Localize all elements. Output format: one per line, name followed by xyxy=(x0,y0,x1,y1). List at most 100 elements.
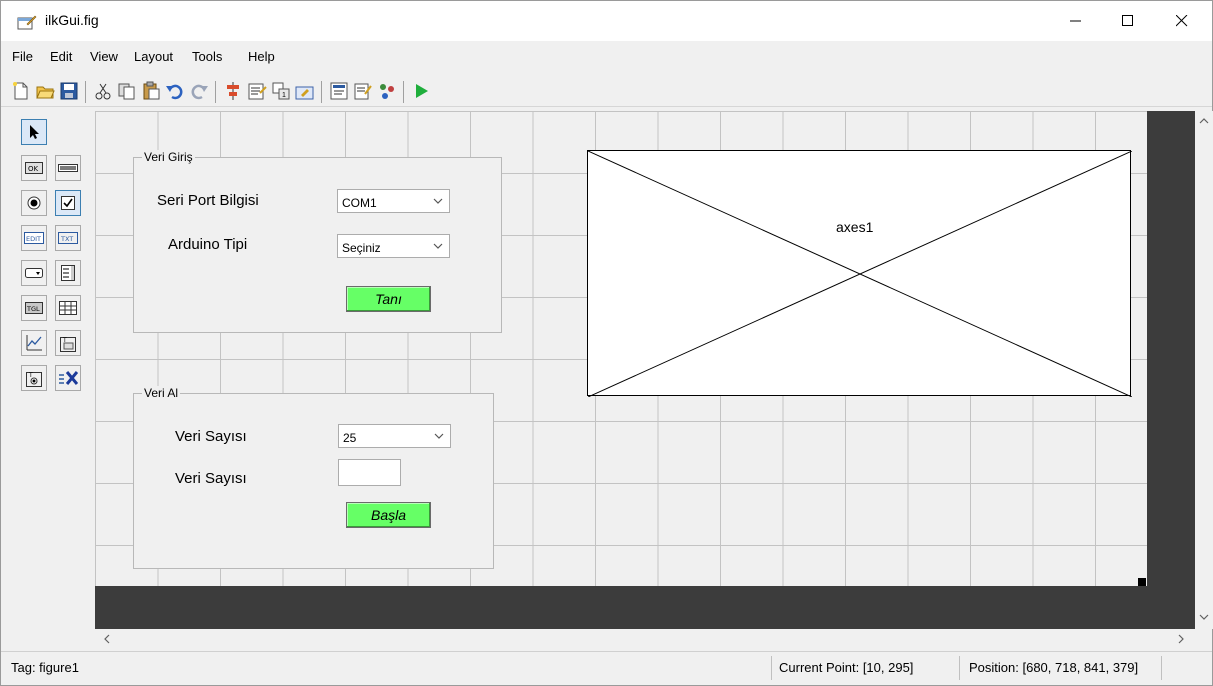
save-icon[interactable] xyxy=(59,81,79,101)
maximize-icon xyxy=(1122,15,1133,26)
panel-tool[interactable]: T xyxy=(55,330,81,356)
edit-veri-sayisi[interactable] xyxy=(338,459,401,486)
basla-button[interactable]: Başla xyxy=(346,502,431,528)
listbox-icon xyxy=(61,265,75,281)
panel-veri-al-title: Veri Al xyxy=(142,386,181,400)
toolbar: 1 xyxy=(1,77,1212,107)
close-icon xyxy=(1176,15,1188,27)
activex-tool[interactable] xyxy=(55,365,81,391)
minimize-button[interactable] xyxy=(1053,1,1099,41)
panel-icon: T xyxy=(60,337,76,352)
axes-tool[interactable] xyxy=(21,330,47,356)
toolbar-editor-icon[interactable] xyxy=(295,81,315,101)
svg-text:OK: OK xyxy=(28,165,39,173)
popup-arduino-type[interactable]: Seçiniz xyxy=(337,234,450,258)
panel-veri-giris[interactable]: Veri Giriş Seri Port Bilgisi COM1 Arduin… xyxy=(133,150,502,333)
window-title: ilkGui.fig xyxy=(45,12,99,28)
menu-layout[interactable]: Layout xyxy=(134,49,173,64)
toggle-button-icon: TGL xyxy=(25,302,43,314)
axes-icon xyxy=(26,335,42,351)
menu-help[interactable]: Help xyxy=(248,49,275,64)
scroll-left-icon[interactable] xyxy=(103,634,110,644)
align-icon[interactable] xyxy=(223,81,243,101)
figure-outside-area-right xyxy=(1147,111,1195,629)
popup-veri-sayisi[interactable]: 25 xyxy=(338,424,451,448)
push-button-tool[interactable]: OK xyxy=(21,155,47,181)
panel-veri-giris-title: Veri Giriş xyxy=(142,150,195,164)
menu-tools[interactable]: Tools xyxy=(192,49,222,64)
open-folder-icon[interactable] xyxy=(35,81,55,101)
checkbox-icon xyxy=(61,196,75,210)
activex-icon xyxy=(59,371,78,385)
panel-veri-al[interactable]: Veri Al Veri Sayısı 25 Veri Sayısı Başla xyxy=(133,386,494,569)
slider-icon xyxy=(58,164,78,172)
tani-button[interactable]: Tanı xyxy=(346,286,431,312)
object-browser-icon[interactable] xyxy=(377,81,397,101)
edit-text-icon: EDIT xyxy=(24,232,44,244)
status-current-point: Current Point: [10, 295] xyxy=(779,660,914,675)
status-position: Position: [680, 718, 841, 379] xyxy=(969,660,1139,675)
listbox-tool[interactable] xyxy=(55,260,81,286)
select-tool[interactable] xyxy=(21,119,47,145)
cut-icon[interactable] xyxy=(93,81,113,101)
svg-text:TXT: TXT xyxy=(60,235,73,243)
button-group-icon: T xyxy=(26,372,42,387)
select-arrow-icon xyxy=(30,125,39,139)
guide-app-icon xyxy=(17,14,37,30)
button-group-tool[interactable]: T xyxy=(21,365,47,391)
status-bar: Tag: figure1 Current Point: [10, 295] Po… xyxy=(1,651,1212,685)
slider-tool[interactable] xyxy=(55,155,81,181)
minimize-icon xyxy=(1070,20,1081,22)
new-file-icon[interactable] xyxy=(11,81,31,101)
table-icon xyxy=(59,301,77,315)
label-veri-sayisi: Veri Sayısı xyxy=(175,428,247,445)
menu-file[interactable]: File xyxy=(12,49,33,64)
axes-placeholder-cross xyxy=(588,151,1132,397)
property-inspector-icon[interactable] xyxy=(353,81,373,101)
close-button[interactable] xyxy=(1159,1,1205,41)
svg-text:TGL: TGL xyxy=(26,305,40,313)
redo-icon[interactable] xyxy=(189,81,209,101)
undo-icon[interactable] xyxy=(165,81,185,101)
paste-icon[interactable] xyxy=(141,81,161,101)
axes1-placeholder[interactable]: axes1 xyxy=(587,150,1132,397)
label-seri-port: Seri Port Bilgisi xyxy=(157,192,259,209)
popup-com-port[interactable]: COM1 xyxy=(337,189,450,213)
editor-icon[interactable] xyxy=(329,81,349,101)
figure-resize-handle[interactable] xyxy=(1138,578,1146,586)
edit-text-tool[interactable]: EDIT xyxy=(21,225,47,251)
maximize-button[interactable] xyxy=(1105,1,1151,41)
scroll-down-icon[interactable] xyxy=(1199,614,1209,621)
radio-button-icon xyxy=(27,196,41,210)
tab-order-icon[interactable]: 1 xyxy=(271,81,291,101)
toggle-button-tool[interactable]: TGL xyxy=(21,295,47,321)
chevron-down-icon xyxy=(433,198,443,204)
svg-text:1: 1 xyxy=(282,92,286,99)
popup-menu-icon xyxy=(25,268,43,278)
radio-button-tool[interactable] xyxy=(21,190,47,216)
vertical-scrollbar[interactable] xyxy=(1195,111,1213,629)
figure-outside-area-bottom xyxy=(95,586,1195,629)
scroll-right-icon[interactable] xyxy=(1178,634,1185,644)
push-button-icon: OK xyxy=(25,162,43,174)
chevron-down-icon xyxy=(433,243,443,249)
scroll-up-icon[interactable] xyxy=(1199,117,1209,124)
svg-text:T: T xyxy=(28,372,33,379)
menu-view[interactable]: View xyxy=(90,49,118,64)
axes-label: axes1 xyxy=(836,219,874,235)
title-bar: ilkGui.fig xyxy=(1,1,1212,41)
status-tag: Tag: figure1 xyxy=(11,660,79,675)
menu-edit[interactable]: Edit xyxy=(50,49,72,64)
label-arduino-tipi: Arduino Tipi xyxy=(168,236,248,253)
chevron-down-icon xyxy=(434,433,444,439)
table-tool[interactable] xyxy=(55,295,81,321)
checkbox-tool[interactable] xyxy=(55,190,81,216)
horizontal-scrollbar[interactable] xyxy=(95,629,1195,647)
label-veri-sayisi-2: Veri Sayısı xyxy=(175,470,247,487)
menu-editor-icon[interactable] xyxy=(247,81,267,101)
copy-icon[interactable] xyxy=(117,81,137,101)
static-text-tool[interactable]: TXT xyxy=(55,225,81,251)
run-icon[interactable] xyxy=(411,81,431,101)
popup-menu-tool[interactable] xyxy=(21,260,47,286)
svg-text:EDIT: EDIT xyxy=(26,235,41,243)
